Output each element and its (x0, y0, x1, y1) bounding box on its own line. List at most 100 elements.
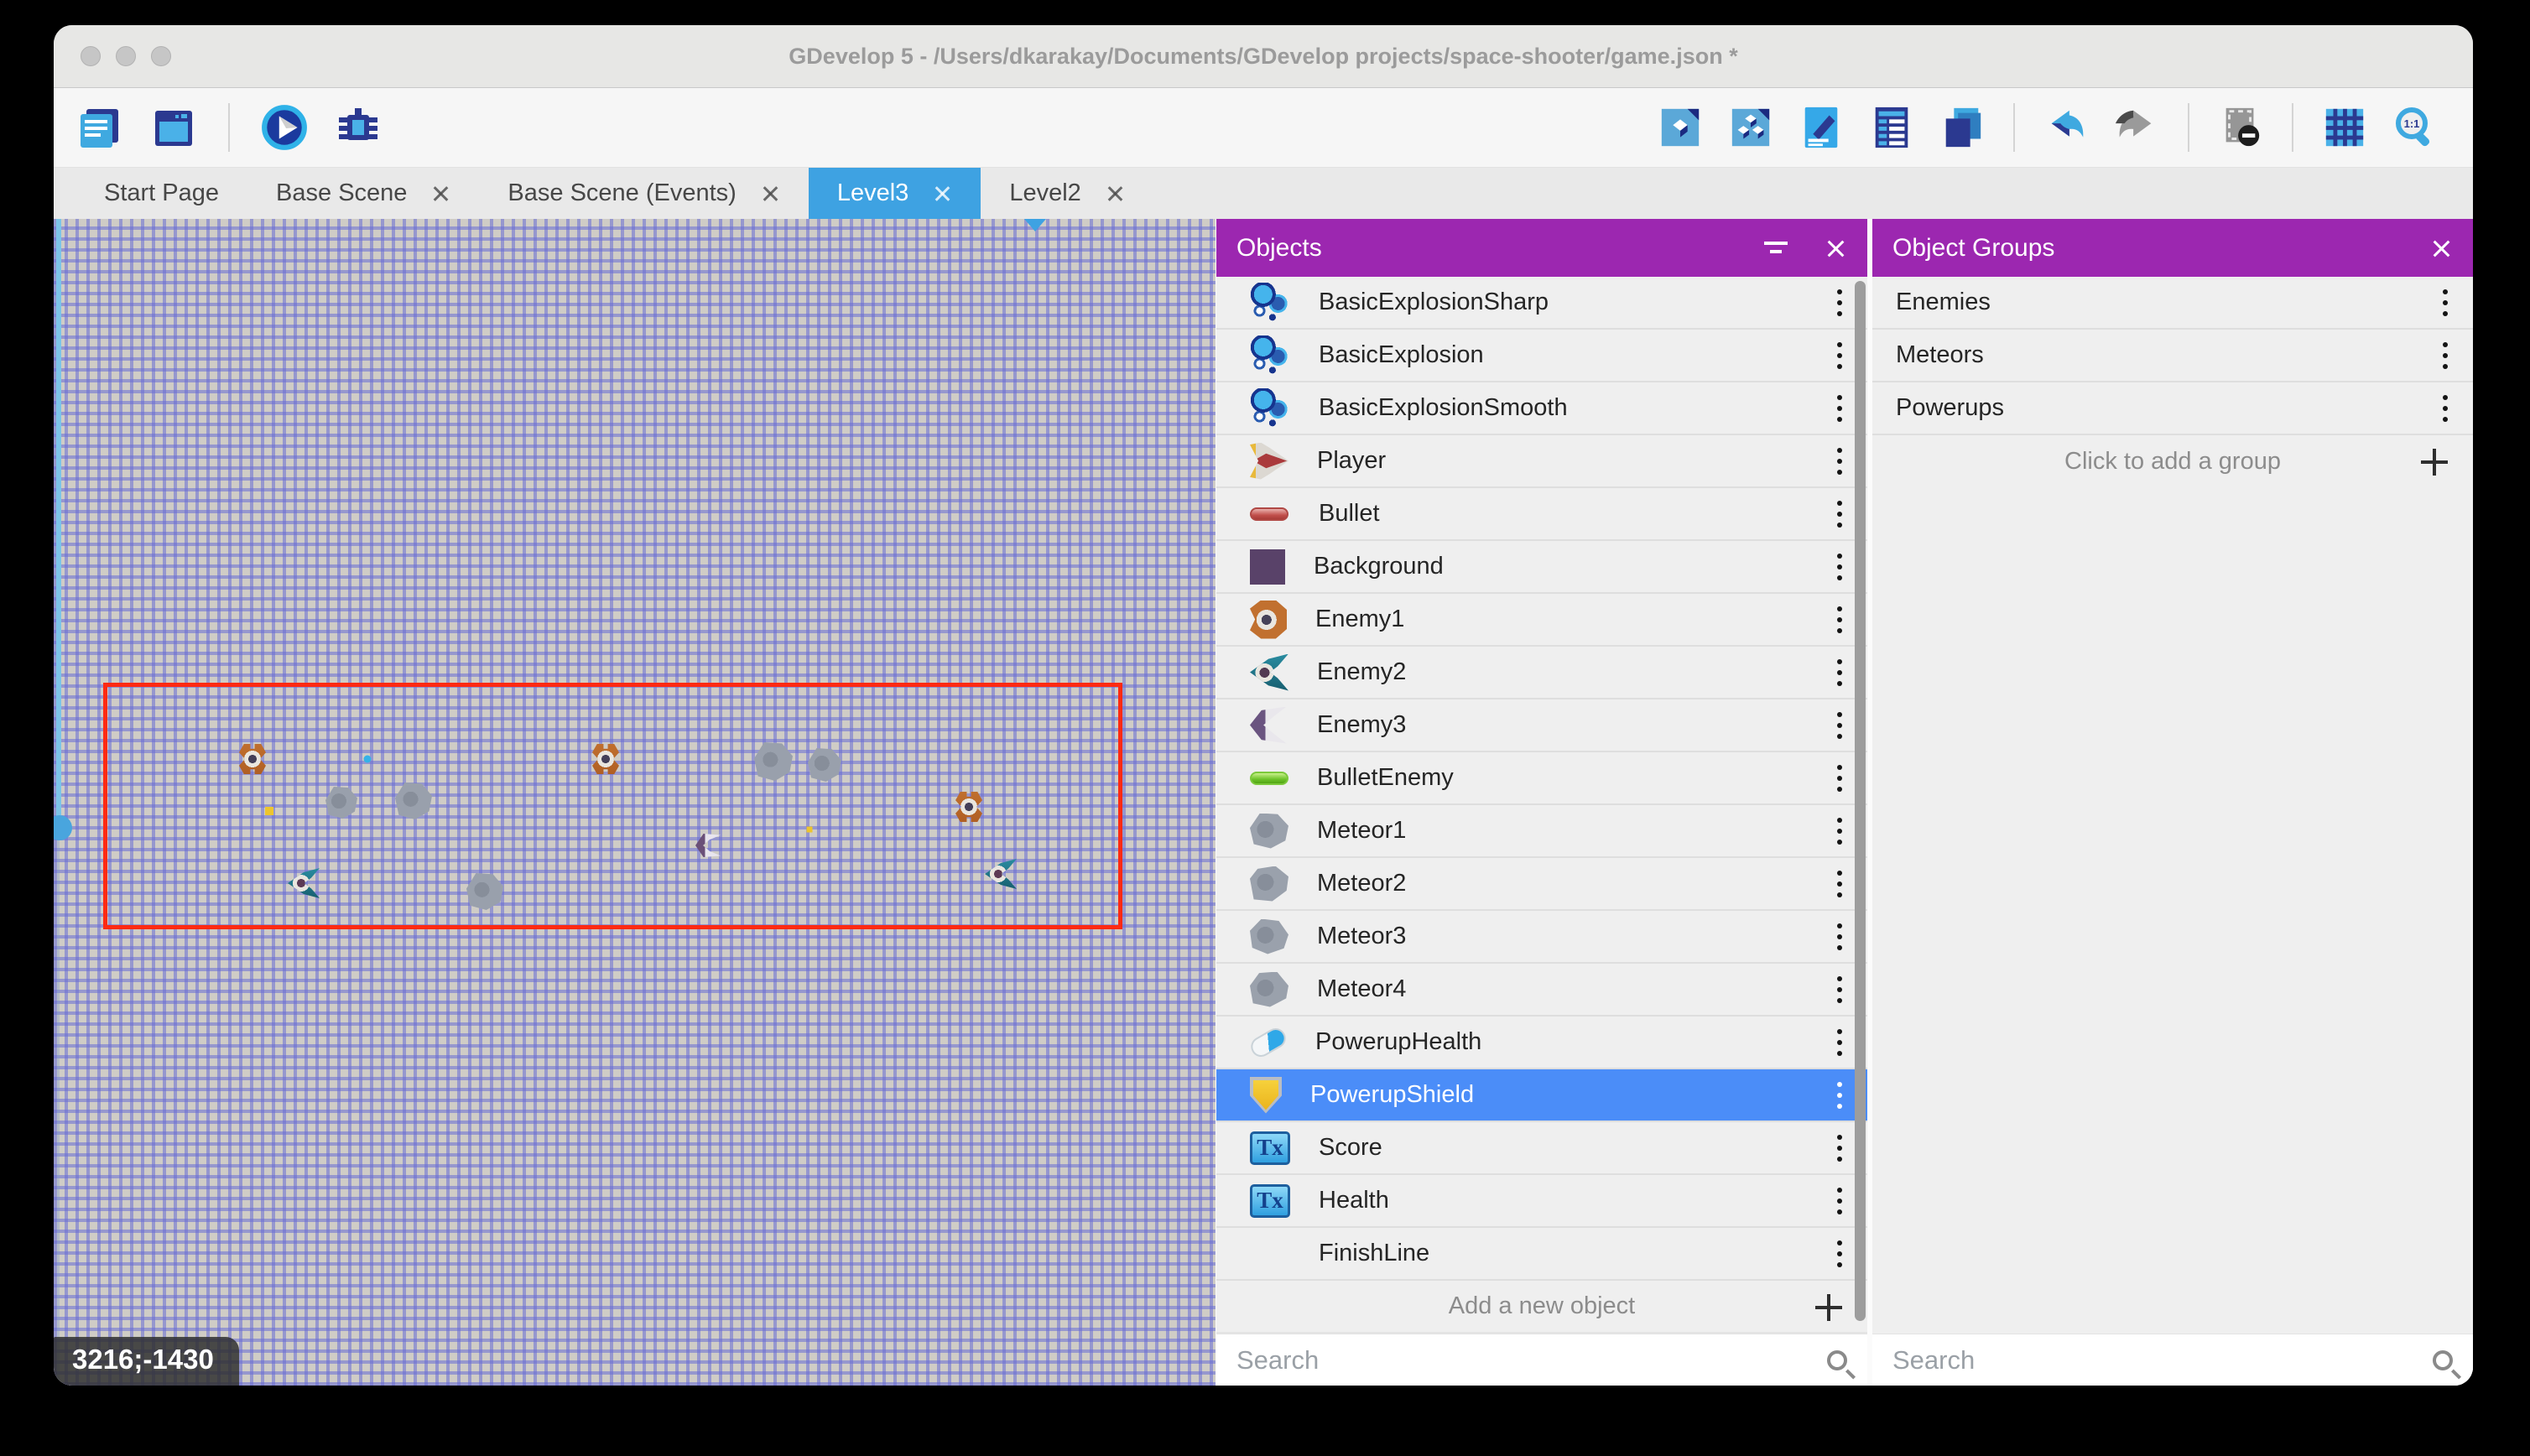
row-menu-icon[interactable] (2443, 289, 2448, 316)
undo-icon[interactable] (2042, 103, 2090, 152)
object-groups-icon[interactable] (1726, 103, 1775, 152)
layers-icon[interactable] (1938, 103, 1986, 152)
add-object-label: Add a new object (1449, 1292, 1635, 1320)
scene-window-icon[interactable] (149, 103, 198, 152)
object-row-score[interactable]: TxScore (1216, 1122, 1867, 1175)
object-row-meteor2[interactable]: Meteor2 (1216, 858, 1867, 911)
meteor3-icon (1250, 919, 1288, 954)
object-row-meteor3[interactable]: Meteor3 (1216, 911, 1867, 964)
object-groups-panel: Object Groups EnemiesMeteorsPowerups Cli… (1872, 219, 2473, 1386)
close-object-groups-panel-icon[interactable] (2429, 237, 2453, 260)
row-menu-icon[interactable] (1837, 448, 1842, 475)
tab-close-icon[interactable] (430, 184, 450, 204)
object-row-background[interactable]: Background (1216, 541, 1867, 594)
objects-panel-icon[interactable] (1656, 103, 1705, 152)
plus-icon[interactable] (1815, 1294, 1842, 1321)
toolbar-divider (2013, 103, 2015, 152)
grid-icon[interactable] (2320, 103, 2369, 152)
row-menu-icon[interactable] (2443, 342, 2448, 369)
close-objects-panel-icon[interactable] (1824, 237, 1847, 260)
object-row-basicexplosion[interactable]: BasicExplosion (1216, 330, 1867, 382)
object-label: BasicExplosionSharp (1319, 289, 1549, 316)
row-menu-icon[interactable] (1837, 712, 1842, 739)
row-menu-icon[interactable] (2443, 395, 2448, 422)
objects-scrollbar[interactable] (1855, 281, 1866, 1321)
object-label: Meteor4 (1317, 975, 1406, 1003)
row-menu-icon[interactable] (1837, 923, 1842, 950)
object-row-bullet[interactable]: Bullet (1216, 488, 1867, 541)
zoom-button[interactable] (151, 46, 171, 66)
tab-base-scene[interactable]: Base Scene (247, 168, 479, 219)
object-row-basicexplosionsharp[interactable]: BasicExplosionSharp (1216, 277, 1867, 330)
window-mask-icon[interactable] (2216, 103, 2265, 152)
row-menu-icon[interactable] (1837, 818, 1842, 845)
object-row-meteor4[interactable]: Meteor4 (1216, 964, 1867, 1017)
object-label: Score (1319, 1134, 1382, 1162)
properties-icon[interactable] (1797, 103, 1845, 152)
add-object-row[interactable]: Add a new object (1216, 1281, 1867, 1334)
health-icon: Tx (1250, 1184, 1290, 1218)
object-row-meteor1[interactable]: Meteor1 (1216, 805, 1867, 858)
scene-canvas[interactable]: 3216;-1430 (54, 219, 1216, 1386)
object-row-finishline[interactable]: FinishLine (1216, 1228, 1867, 1281)
tab-level2[interactable]: Level2 (981, 168, 1153, 219)
filter-icon[interactable] (1763, 237, 1788, 260)
tab-bar: Start PageBase SceneBase Scene (Events)L… (54, 168, 2473, 219)
row-menu-icon[interactable] (1837, 871, 1842, 897)
row-menu-icon[interactable] (1837, 1240, 1842, 1267)
row-menu-icon[interactable] (1837, 1029, 1842, 1056)
row-menu-icon[interactable] (1837, 1188, 1842, 1214)
instances-list-icon[interactable] (1867, 103, 1916, 152)
tab-close-icon[interactable] (760, 184, 780, 204)
object-row-bulletenemy[interactable]: BulletEnemy (1216, 752, 1867, 805)
group-row-powerups[interactable]: Powerups (1872, 382, 2473, 435)
row-menu-icon[interactable] (1837, 606, 1842, 633)
close-button[interactable] (81, 46, 101, 66)
object-row-enemy3[interactable]: Enemy3 (1216, 699, 1867, 752)
object-row-basicexplosionsmooth[interactable]: BasicExplosionSmooth (1216, 382, 1867, 435)
project-manager-icon[interactable] (75, 103, 124, 152)
row-menu-icon[interactable] (1837, 765, 1842, 792)
tab-close-icon[interactable] (932, 184, 952, 204)
redo-icon[interactable] (2112, 103, 2161, 152)
row-menu-icon[interactable] (1837, 289, 1842, 316)
group-row-meteors[interactable]: Meteors (1872, 330, 2473, 382)
row-menu-icon[interactable] (1837, 976, 1842, 1003)
object-row-player[interactable]: Player (1216, 435, 1867, 488)
object-row-powerupshield[interactable]: PowerupShield (1216, 1069, 1867, 1122)
tab-close-icon[interactable] (1105, 184, 1125, 204)
row-menu-icon[interactable] (1837, 1082, 1842, 1109)
enemy1-icon (1250, 601, 1287, 639)
object-label: Player (1317, 447, 1386, 475)
object-label: PowerupShield (1310, 1081, 1474, 1109)
object-row-poweruphealth[interactable]: PowerupHealth (1216, 1017, 1867, 1069)
add-group-row[interactable]: Click to add a group (1872, 435, 2473, 488)
object-row-enemy1[interactable]: Enemy1 (1216, 594, 1867, 647)
minimize-button[interactable] (116, 46, 136, 66)
basicexplosionsmooth-icon (1250, 388, 1290, 429)
zoom-1-1-icon[interactable]: 1:1 (2391, 103, 2439, 152)
group-row-enemies[interactable]: Enemies (1872, 277, 2473, 330)
row-menu-icon[interactable] (1837, 1135, 1842, 1162)
plus-icon[interactable] (2421, 449, 2448, 476)
canvas-vscroll-fill[interactable] (56, 219, 61, 816)
row-menu-icon[interactable] (1837, 659, 1842, 686)
tab-base-scene-events[interactable]: Base Scene (Events) (479, 168, 808, 219)
debug-icon[interactable] (334, 103, 383, 152)
row-menu-icon[interactable] (1837, 342, 1842, 369)
toolbar-left (54, 103, 383, 152)
tab-start-page[interactable]: Start Page (75, 168, 247, 219)
groups-search-input[interactable] (1892, 1345, 2433, 1375)
selection-rectangle[interactable] (103, 683, 1122, 929)
objects-panel-header: Objects (1216, 219, 1867, 277)
objects-search-input[interactable] (1236, 1345, 1827, 1375)
no-icon (1250, 1234, 1290, 1274)
object-row-health[interactable]: TxHealth (1216, 1175, 1867, 1228)
tab-level3[interactable]: Level3 (809, 168, 981, 219)
row-menu-icon[interactable] (1837, 554, 1842, 580)
play-preview-icon[interactable] (260, 103, 309, 152)
canvas-vscroll-thumb[interactable] (54, 815, 72, 840)
object-row-enemy2[interactable]: Enemy2 (1216, 647, 1867, 699)
row-menu-icon[interactable] (1837, 501, 1842, 528)
row-menu-icon[interactable] (1837, 395, 1842, 422)
